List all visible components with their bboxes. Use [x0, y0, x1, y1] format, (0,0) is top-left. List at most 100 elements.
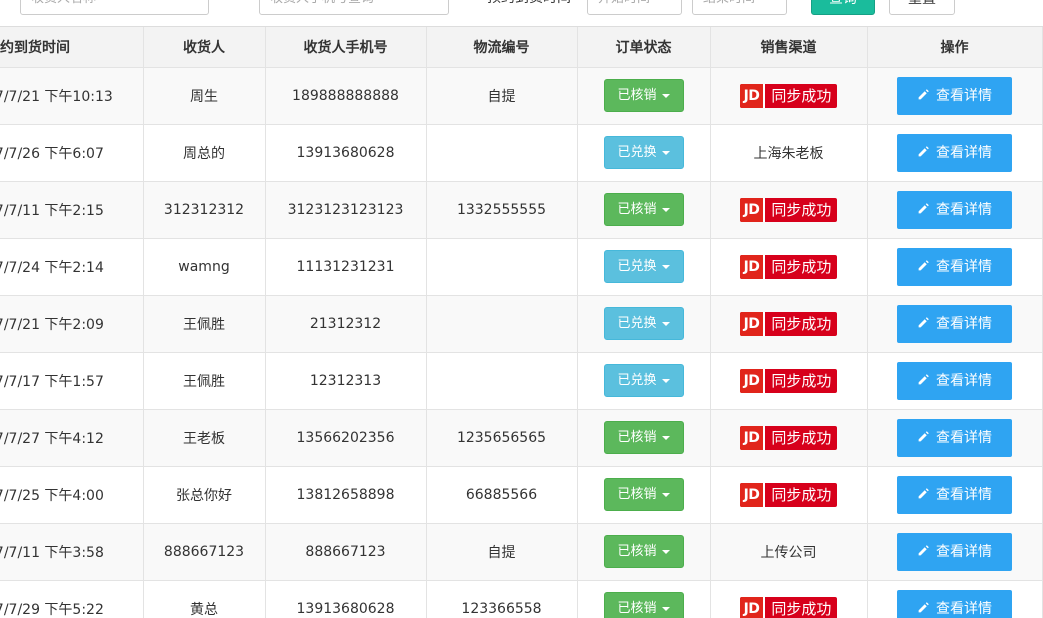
- cell-logistics-no: [426, 238, 578, 296]
- cell-logistics-no: 自提: [426, 523, 578, 581]
- cell-sales-channel: JD 同步成功: [710, 67, 868, 125]
- jd-logo-icon: JD: [739, 596, 766, 618]
- jd-sync-badge: JD 同步成功: [739, 425, 838, 450]
- view-details-button[interactable]: 查看详情: [897, 418, 1012, 457]
- cell-receiver: 黄总: [143, 580, 266, 618]
- view-details-button[interactable]: 查看详情: [897, 532, 1012, 571]
- table-row: 17/7/21 下午2:09王佩胜21312312 已兑换 JD 同步成功 查看详情: [0, 295, 1043, 353]
- order-status-dropdown[interactable]: 已兑换: [603, 136, 684, 169]
- start-time-input[interactable]: 开始时间: [587, 0, 682, 15]
- header-pickup-time: 预约到货时间: [0, 27, 144, 68]
- jd-logo-icon: JD: [739, 425, 766, 450]
- caret-down-icon: [661, 321, 670, 326]
- view-details-button[interactable]: 查看详情: [897, 589, 1012, 618]
- order-status-dropdown[interactable]: 已核销: [603, 535, 684, 568]
- cell-actions: 查看详情: [867, 352, 1043, 410]
- filter-bar: 收货人名称 收货人手机号查询 预约到货时间 开始时间 结束时间 查询 重置: [0, 0, 1043, 26]
- cell-actions: 查看详情: [867, 523, 1043, 581]
- cell-logistics-no: [426, 124, 578, 182]
- cell-receiver: 王佩胜: [143, 295, 266, 353]
- view-details-label: 查看详情: [936, 258, 992, 275]
- view-details-button[interactable]: 查看详情: [897, 304, 1012, 343]
- cell-pickup-time: 17/7/21 下午2:09: [0, 295, 144, 353]
- table-row: 17/7/21 下午10:13周生189888888888自提 已核销 JD 同步成功…: [0, 67, 1043, 125]
- cell-pickup-time: 17/7/17 下午1:57: [0, 352, 144, 410]
- cell-receiver-phone: 189888888888: [265, 67, 427, 125]
- order-status-label: 已兑换: [617, 145, 657, 160]
- cell-pickup-time: 17/7/21 下午10:13: [0, 67, 144, 125]
- jd-sync-text: 同步成功: [771, 599, 832, 618]
- cell-receiver-phone: 21312312: [265, 295, 427, 353]
- cell-logistics-no: 123366558: [426, 580, 578, 618]
- jd-sync-text: 同步成功: [771, 86, 832, 105]
- view-details-button[interactable]: 查看详情: [897, 475, 1012, 514]
- pencil-icon: [918, 373, 929, 384]
- jd-logo-icon: JD: [739, 482, 766, 507]
- jd-sync-text: 同步成功: [771, 485, 832, 504]
- caret-down-icon: [661, 93, 670, 98]
- pencil-icon: [918, 544, 929, 555]
- order-status-dropdown[interactable]: 已兑换: [603, 364, 684, 397]
- view-details-button[interactable]: 查看详情: [897, 76, 1012, 115]
- view-details-button[interactable]: 查看详情: [897, 361, 1012, 400]
- cell-sales-channel: JD 同步成功: [710, 580, 868, 618]
- cell-receiver: wamng: [143, 238, 266, 296]
- table-row: 17/7/29 下午5:22黄总13913680628123366558 已核销 J…: [0, 580, 1043, 618]
- channel-text: 上传公司: [760, 544, 817, 561]
- cell-order-status: 已兑换: [577, 124, 711, 182]
- cell-receiver: 周生: [143, 67, 266, 125]
- cell-sales-channel: 上海朱老板: [710, 124, 868, 182]
- receiver-name-input[interactable]: 收货人名称: [20, 0, 209, 15]
- table-row: 17/7/26 下午6:07周总的13913680628 已兑换 上海朱老板 查看详情: [0, 124, 1043, 182]
- receiver-phone-input[interactable]: 收货人手机号查询: [259, 0, 449, 15]
- cell-order-status: 已核销: [577, 409, 711, 467]
- cell-pickup-time: 17/7/26 下午6:07: [0, 124, 144, 182]
- order-status-dropdown[interactable]: 已兑换: [603, 250, 684, 283]
- cell-logistics-no: 1235656565: [426, 409, 578, 467]
- pickup-time-label: 预约到货时间: [487, 0, 575, 15]
- jd-sync-badge: JD 同步成功: [739, 254, 838, 279]
- view-details-button[interactable]: 查看详情: [897, 247, 1012, 286]
- cell-actions: 查看详情: [867, 295, 1043, 353]
- order-status-label: 已核销: [617, 601, 657, 616]
- cell-pickup-time: 17/7/29 下午5:22: [0, 580, 144, 618]
- order-status-dropdown[interactable]: 已核销: [603, 592, 684, 618]
- order-status-dropdown[interactable]: 已核销: [603, 79, 684, 112]
- table-row: 17/7/11 下午3:58888667123888667123自提已核销上传公…: [0, 523, 1043, 581]
- jd-sync-text: 同步成功: [771, 200, 832, 219]
- pencil-icon: [918, 601, 929, 612]
- order-status-dropdown[interactable]: 已核销: [603, 421, 684, 454]
- cell-receiver-phone: 888667123: [265, 523, 427, 581]
- view-details-button[interactable]: 查看详情: [897, 190, 1012, 229]
- reset-button[interactable]: 重置: [889, 0, 955, 15]
- view-details-button[interactable]: 查看详情: [897, 133, 1012, 172]
- query-button[interactable]: 查询: [811, 0, 875, 15]
- cell-sales-channel: JD 同步成功: [710, 181, 868, 239]
- cell-actions: 查看详情: [867, 466, 1043, 524]
- orders-table: 预约到货时间 收货人 收货人手机号 物流编号 订单状态 销售渠道 操作 17/7…: [0, 27, 1043, 618]
- cell-receiver: 312312312: [143, 181, 266, 239]
- cell-order-status: 已兑换: [577, 238, 711, 296]
- order-status-label: 已核销: [617, 88, 657, 103]
- caret-down-icon: [661, 549, 670, 554]
- cell-sales-channel: JD 同步成功: [710, 238, 868, 296]
- jd-sync-badge: JD 同步成功: [739, 368, 838, 393]
- order-status-label: 已兑换: [617, 259, 657, 274]
- cell-logistics-no: 自提: [426, 67, 578, 125]
- cell-sales-channel: JD 同步成功: [710, 295, 868, 353]
- cell-sales-channel: JD 同步成功: [710, 409, 868, 467]
- order-status-dropdown[interactable]: 已核销: [603, 193, 684, 226]
- jd-logo-icon: JD: [739, 254, 766, 279]
- cell-order-status: 已兑换: [577, 295, 711, 353]
- caret-down-icon: [661, 150, 670, 155]
- cell-order-status: 已核销: [577, 67, 711, 125]
- order-status-dropdown[interactable]: 已核销: [603, 478, 684, 511]
- table-header-row: 预约到货时间 收货人 收货人手机号 物流编号 订单状态 销售渠道 操作: [0, 27, 1043, 68]
- cell-sales-channel: JD 同步成功: [710, 352, 868, 410]
- order-status-dropdown[interactable]: 已兑换: [603, 307, 684, 340]
- pencil-icon: [918, 145, 929, 156]
- cell-receiver-phone: 3123123123123: [265, 181, 427, 239]
- end-time-input[interactable]: 结束时间: [692, 0, 787, 15]
- cell-receiver-phone: 11131231231: [265, 238, 427, 296]
- caret-down-icon: [661, 207, 670, 212]
